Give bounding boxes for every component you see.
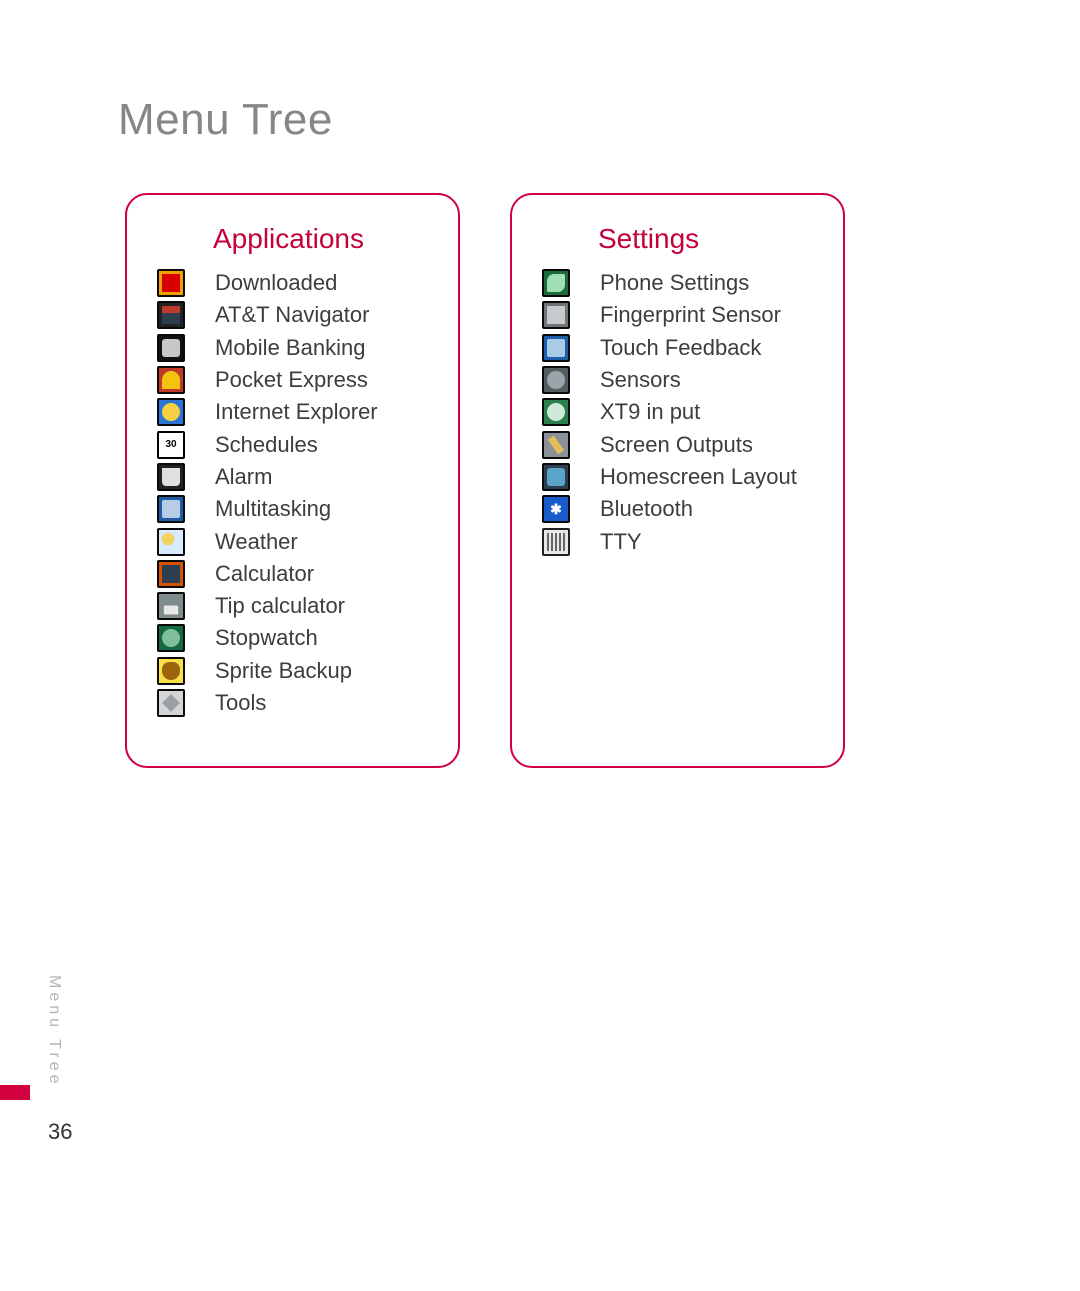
- menu-item-label: Fingerprint Sensor: [600, 302, 781, 328]
- pocket-express-icon: [157, 366, 185, 394]
- menu-item: Sprite Backup: [157, 655, 428, 687]
- menu-item-label: Sprite Backup: [215, 658, 352, 684]
- menu-item: 30 Schedules: [157, 428, 428, 460]
- calculator-icon: [157, 560, 185, 588]
- menu-item: Mobile Banking: [157, 332, 428, 364]
- menu-item-label: AT&T Navigator: [215, 302, 369, 328]
- download-icon: [157, 269, 185, 297]
- menu-item-label: Screen Outputs: [600, 432, 753, 458]
- homescreen-layout-icon: [542, 463, 570, 491]
- page-number: 36: [48, 1119, 72, 1145]
- stopwatch-icon: [157, 624, 185, 652]
- menu-item: Tools: [157, 687, 428, 719]
- menu-item: Homescreen Layout: [542, 461, 813, 493]
- menu-item: Tip calculator: [157, 590, 428, 622]
- applications-heading: Applications: [213, 223, 428, 255]
- menu-item-label: TTY: [600, 529, 642, 555]
- settings-panel: Settings Phone Settings Fingerprint Sens…: [510, 193, 845, 768]
- menu-item-label: Stopwatch: [215, 625, 318, 651]
- menu-item-label: Phone Settings: [600, 270, 749, 296]
- section-tab-label: Menu Tree: [45, 975, 63, 1087]
- menu-item: Weather: [157, 525, 428, 557]
- alarm-clock-icon: [157, 463, 185, 491]
- fingerprint-icon: [542, 301, 570, 329]
- menu-item-label: Mobile Banking: [215, 335, 365, 361]
- settings-heading: Settings: [598, 223, 813, 255]
- menu-item-label: Sensors: [600, 367, 681, 393]
- screen-outputs-icon: [542, 431, 570, 459]
- sensors-icon: [542, 366, 570, 394]
- menu-item-label: Bluetooth: [600, 496, 693, 522]
- menu-item: Stopwatch: [157, 622, 428, 654]
- page-title: Menu Tree: [118, 95, 333, 145]
- menu-item: Pocket Express: [157, 364, 428, 396]
- menu-item-label: Internet Explorer: [215, 399, 378, 425]
- calendar-icon: 30: [157, 431, 185, 459]
- menu-item: Sensors: [542, 364, 813, 396]
- section-tab-mark: [0, 1085, 30, 1100]
- menu-item-label: Touch Feedback: [600, 335, 761, 361]
- menu-item: Phone Settings: [542, 267, 813, 299]
- menu-item-label: Weather: [215, 529, 298, 555]
- menu-item: Downloaded: [157, 267, 428, 299]
- xt9-input-icon: [542, 398, 570, 426]
- applications-panel: Applications Downloaded AT&T Navigator M…: [125, 193, 460, 768]
- menu-item-label: Tools: [215, 690, 266, 716]
- mobile-banking-icon: [157, 334, 185, 362]
- touch-feedback-icon: [542, 334, 570, 362]
- menu-item: Touch Feedback: [542, 332, 813, 364]
- menu-item-label: Multitasking: [215, 496, 331, 522]
- menu-item: Multitasking: [157, 493, 428, 525]
- tty-icon: [542, 528, 570, 556]
- menu-item-label: Tip calculator: [215, 593, 345, 619]
- menu-item: Calculator: [157, 558, 428, 590]
- menu-item: Screen Outputs: [542, 428, 813, 460]
- menu-item-label: XT9 in put: [600, 399, 700, 425]
- menu-item-label: Homescreen Layout: [600, 464, 797, 490]
- menu-item-label: Pocket Express: [215, 367, 368, 393]
- menu-item: Alarm: [157, 461, 428, 493]
- sprite-backup-icon: [157, 657, 185, 685]
- menu-item-label: Calculator: [215, 561, 314, 587]
- att-navigator-icon: [157, 301, 185, 329]
- manual-page: Menu Tree Applications Downloaded AT&T N…: [0, 0, 1080, 1291]
- tip-calculator-icon: [157, 592, 185, 620]
- internet-explorer-icon: [157, 398, 185, 426]
- menu-item: AT&T Navigator: [157, 299, 428, 331]
- tools-icon: [157, 689, 185, 717]
- phone-settings-icon: [542, 269, 570, 297]
- menu-item-label: Alarm: [215, 464, 272, 490]
- weather-icon: [157, 528, 185, 556]
- menu-item-label: Schedules: [215, 432, 318, 458]
- menu-item: Fingerprint Sensor: [542, 299, 813, 331]
- bluetooth-icon: ✱: [542, 495, 570, 523]
- menu-item: ✱ Bluetooth: [542, 493, 813, 525]
- menu-item: Internet Explorer: [157, 396, 428, 428]
- menu-item: TTY: [542, 525, 813, 557]
- menu-item-label: Downloaded: [215, 270, 337, 296]
- multitasking-icon: [157, 495, 185, 523]
- menu-item: XT9 in put: [542, 396, 813, 428]
